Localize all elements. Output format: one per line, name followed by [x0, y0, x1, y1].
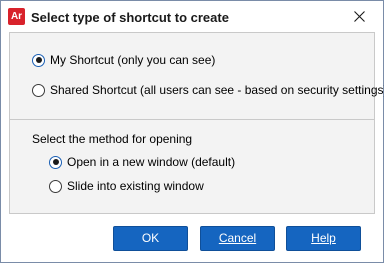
app-logo-icon: Ar [8, 8, 25, 25]
open-method-heading: Select the method for opening [32, 132, 193, 146]
radio-button-checked[interactable] [49, 155, 62, 169]
radio-button[interactable] [32, 83, 45, 97]
cancel-button[interactable]: Cancel [200, 226, 275, 251]
section-divider [10, 119, 374, 120]
ok-button-label: OK [141, 231, 160, 245]
app-logo-text: Ar [10, 11, 23, 22]
help-button-label: Help [311, 231, 336, 245]
radio-button-checked[interactable] [32, 53, 45, 67]
radio-label: Slide into existing window [67, 179, 204, 193]
radio-open-new-window[interactable]: Open in a new window (default) [49, 155, 235, 169]
radio-label: My Shortcut (only you can see) [50, 53, 216, 67]
radio-label: Shared Shortcut (all users can see - bas… [50, 83, 384, 97]
ok-button[interactable]: OK [113, 226, 188, 251]
radio-my-shortcut[interactable]: My Shortcut (only you can see) [32, 53, 215, 67]
close-icon [354, 11, 365, 22]
radio-label: Open in a new window (default) [67, 155, 236, 169]
window-title: Select type of shortcut to create [31, 10, 229, 25]
options-panel: My Shortcut (only you can see) Shared Sh… [9, 32, 384, 214]
title-bar[interactable]: Ar Select type of shortcut to create [1, 1, 383, 32]
dialog-window: Ar Select type of shortcut to create My … [0, 0, 384, 263]
radio-button[interactable] [49, 179, 62, 193]
radio-slide-existing[interactable]: Slide into existing window [49, 179, 204, 193]
cancel-button-label: Cancel [218, 231, 257, 245]
close-button[interactable] [337, 1, 383, 32]
help-button[interactable]: Help [286, 226, 361, 251]
radio-shared-shortcut[interactable]: Shared Shortcut (all users can see - bas… [32, 83, 384, 97]
